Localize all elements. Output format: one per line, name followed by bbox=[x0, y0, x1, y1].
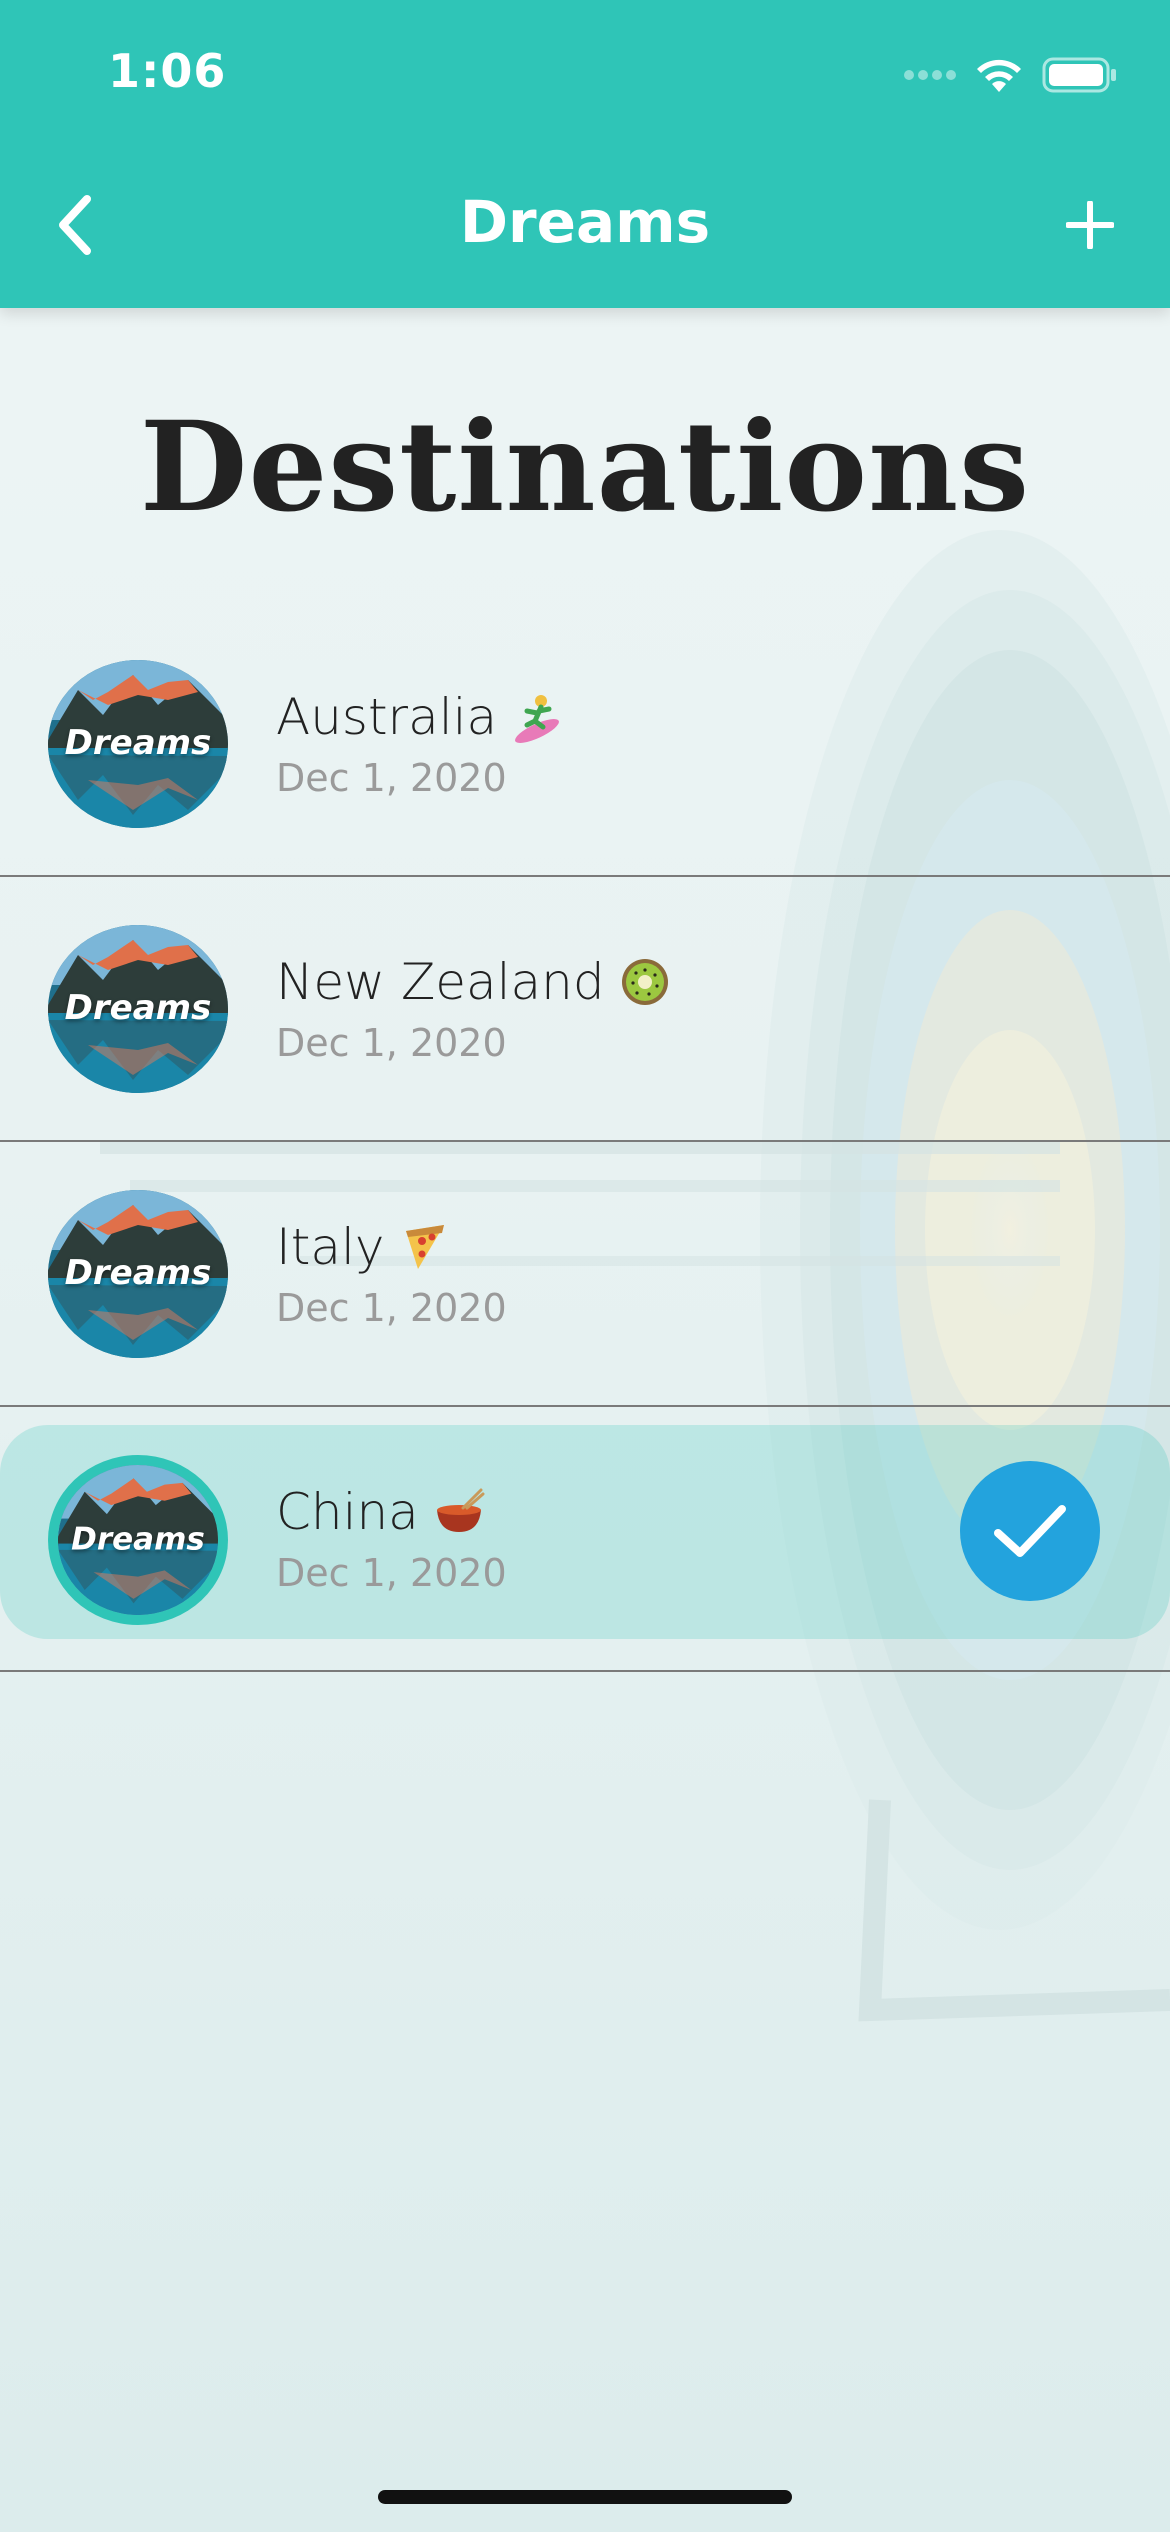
destination-name-text: Italy bbox=[276, 1218, 385, 1276]
list-item-selected[interactable]: Dreams China Dec 1, 2020 bbox=[0, 1407, 1170, 1672]
destination-name-text: Australia bbox=[276, 688, 498, 746]
avatar-label: Dreams bbox=[64, 1253, 212, 1294]
kiwi-fruit-icon bbox=[621, 959, 668, 1005]
item-text: Italy Dec 1, 2020 bbox=[276, 1218, 507, 1330]
destination-name: Australia bbox=[276, 688, 563, 746]
selected-check-button[interactable] bbox=[960, 1461, 1100, 1601]
pizza-icon bbox=[406, 1225, 445, 1269]
destination-name: New Zealand bbox=[276, 953, 671, 1011]
surfer-icon bbox=[515, 695, 560, 743]
status-icons bbox=[904, 50, 1118, 100]
destinations-list: Dreams Australia Dec 1, 2020 Dreams New … bbox=[0, 612, 1170, 1672]
destination-name: China bbox=[276, 1483, 507, 1541]
battery-icon bbox=[1042, 57, 1116, 93]
list-item[interactable]: Dreams Australia Dec 1, 2020 bbox=[0, 612, 1170, 877]
item-text: Australia Dec 1, 2020 bbox=[276, 688, 563, 800]
avatar-label: Dreams bbox=[64, 723, 212, 764]
list-item[interactable]: Dreams New Zealand Dec 1, 2020 bbox=[0, 877, 1170, 1142]
avatar: Dreams bbox=[48, 925, 228, 1093]
hot-pot-icon bbox=[436, 1488, 485, 1532]
avatar-label: Dreams bbox=[71, 1521, 205, 1558]
item-text: China Dec 1, 2020 bbox=[276, 1483, 507, 1595]
page-title: Destinations bbox=[139, 395, 1031, 540]
destination-date: Dec 1, 2020 bbox=[276, 1286, 507, 1330]
destination-date: Dec 1, 2020 bbox=[276, 1551, 507, 1595]
avatar: Dreams bbox=[48, 1190, 228, 1358]
destination-date: Dec 1, 2020 bbox=[276, 1021, 507, 1065]
destination-date: Dec 1, 2020 bbox=[276, 756, 507, 800]
destination-name-text: China bbox=[276, 1483, 419, 1541]
plus-icon bbox=[1066, 201, 1114, 249]
item-text: New Zealand Dec 1, 2020 bbox=[276, 953, 671, 1065]
list-item[interactable]: Dreams Italy Dec 1, 2020 bbox=[0, 1142, 1170, 1407]
avatar-label: Dreams bbox=[64, 988, 212, 1029]
home-indicator[interactable] bbox=[378, 2490, 792, 2504]
destination-name: Italy bbox=[276, 1218, 507, 1276]
wifi-icon bbox=[977, 59, 1021, 92]
nav-title: Dreams bbox=[459, 188, 711, 256]
status-time: 1:06 bbox=[108, 44, 227, 98]
screen: 1:06 Dreams Destinations Dreams Australi… bbox=[0, 0, 1170, 2532]
destination-name-text: New Zealand bbox=[276, 953, 605, 1011]
add-button[interactable] bbox=[1050, 180, 1130, 270]
avatar: Dreams bbox=[48, 660, 228, 828]
signal-icon bbox=[904, 70, 956, 80]
checkmark-icon bbox=[994, 1505, 1066, 1557]
nav-header: 1:06 Dreams bbox=[0, 0, 1170, 308]
avatar: Dreams bbox=[58, 1465, 218, 1615]
